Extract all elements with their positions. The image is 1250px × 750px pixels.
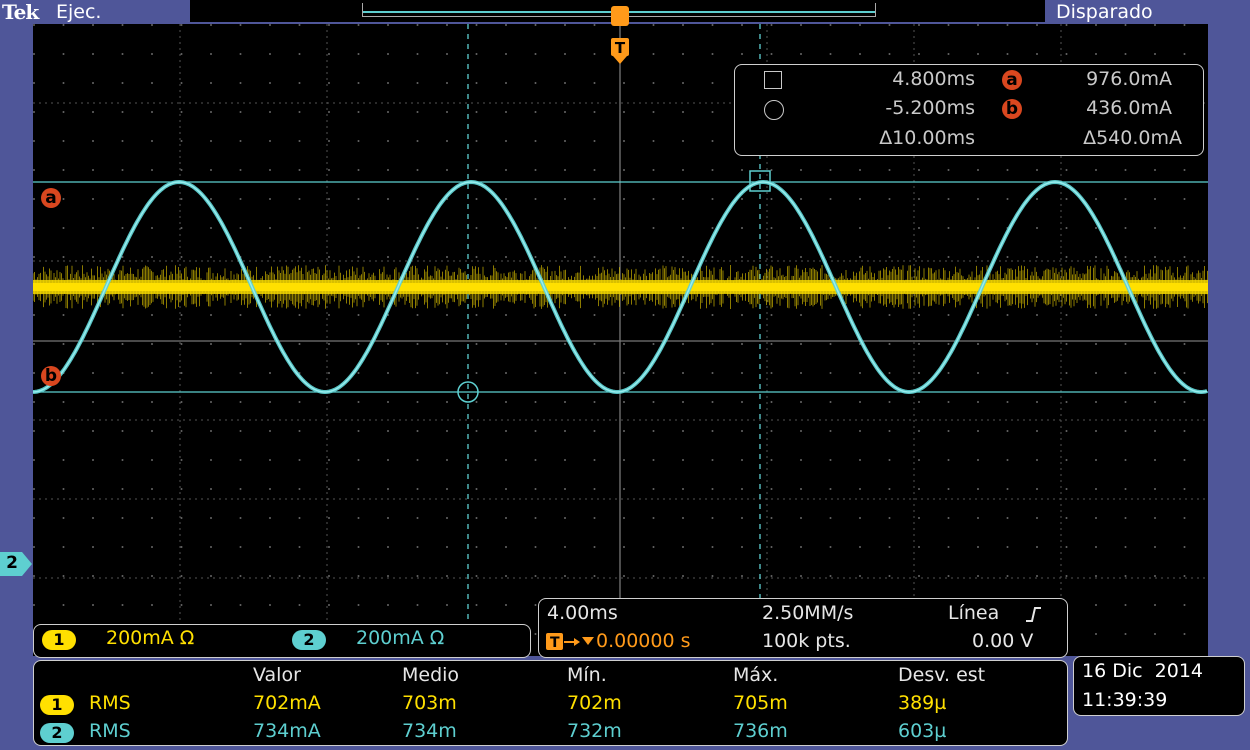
acquisition-state[interactable]: Ejec. — [56, 1, 101, 23]
channel-1-badge[interactable]: 1 — [42, 630, 76, 650]
measurement-row-2-value: 734mA — [253, 720, 321, 742]
trigger-position-icon: T — [546, 633, 594, 651]
cursor-2-circle-icon — [764, 100, 784, 120]
measurement-row-2-min: 732m — [567, 720, 622, 742]
channel-2-scale[interactable]: 200mA Ω — [356, 627, 444, 649]
cursor-a-value: 976.0mA — [1086, 68, 1172, 90]
cursor-b-label: b — [41, 366, 61, 386]
time-per-division: 4.00ms — [547, 602, 618, 624]
measurement-row-2-mean: 734m — [402, 720, 457, 742]
measurement-header-min: Mín. — [567, 664, 607, 686]
cursor-1-time: 4.800ms — [892, 68, 975, 90]
trigger-status: Disparado — [1056, 1, 1153, 23]
measurement-row-2-type: RMS — [89, 720, 131, 742]
cursor-b-badge: b — [1002, 99, 1022, 119]
trigger-source: Línea — [948, 602, 1000, 624]
measurement-row-1-mean: 703m — [402, 692, 457, 714]
measurement-row-1-min: 702m — [567, 692, 622, 714]
measurement-header-stddev: Desv. est — [898, 664, 986, 686]
measurement-row-1-stddev: 389µ — [898, 692, 947, 714]
channel-1-trace — [33, 265, 1208, 309]
trigger-marker-label: T — [614, 39, 626, 57]
svg-text:T: T — [550, 635, 560, 651]
measurement-row-1-type: RMS — [89, 692, 131, 714]
measurement-header-max: Máx. — [733, 664, 779, 686]
trigger-position: 0.00000 s — [596, 630, 691, 652]
sample-rate: 2.50MM/s — [762, 602, 854, 624]
cursor-a-badge: a — [1002, 70, 1022, 90]
measurement-row-1-value: 702mA — [253, 692, 321, 714]
measurement-row-2-stddev: 603µ — [898, 720, 947, 742]
cursor-a-label: a — [41, 188, 61, 208]
date-display: 16 Dic 2014 — [1082, 660, 1204, 682]
delta-value: Δ540.0mA — [1083, 127, 1182, 149]
channel-2-offset-label: 2 — [6, 553, 18, 573]
measurement-row-1-max: 705m — [733, 692, 788, 714]
channel-1-scale[interactable]: 200mA Ω — [106, 627, 194, 649]
cursor-b-value: 436.0mA — [1086, 97, 1172, 119]
cursor-1-square-icon — [764, 71, 782, 89]
channel-2-badge[interactable]: 2 — [292, 630, 326, 650]
cursor-2-time: -5.200ms — [885, 97, 975, 119]
record-length: 100k pts. — [762, 630, 851, 652]
measurement-header-value: Valor — [253, 664, 301, 686]
measurement-row-2-channel[interactable]: 2 — [40, 723, 74, 743]
time-display: 11:39:39 — [1082, 689, 1168, 711]
trigger-level: 0.00 V — [972, 630, 1034, 652]
brand-logo: Tek — [2, 0, 39, 24]
measurement-header-mean: Medio — [402, 664, 460, 686]
measurement-row-2-max: 736m — [733, 720, 788, 742]
measurement-row-1-channel[interactable]: 1 — [40, 695, 74, 715]
delta-time: Δ10.00ms — [879, 127, 975, 149]
rising-edge-icon — [1026, 607, 1041, 622]
